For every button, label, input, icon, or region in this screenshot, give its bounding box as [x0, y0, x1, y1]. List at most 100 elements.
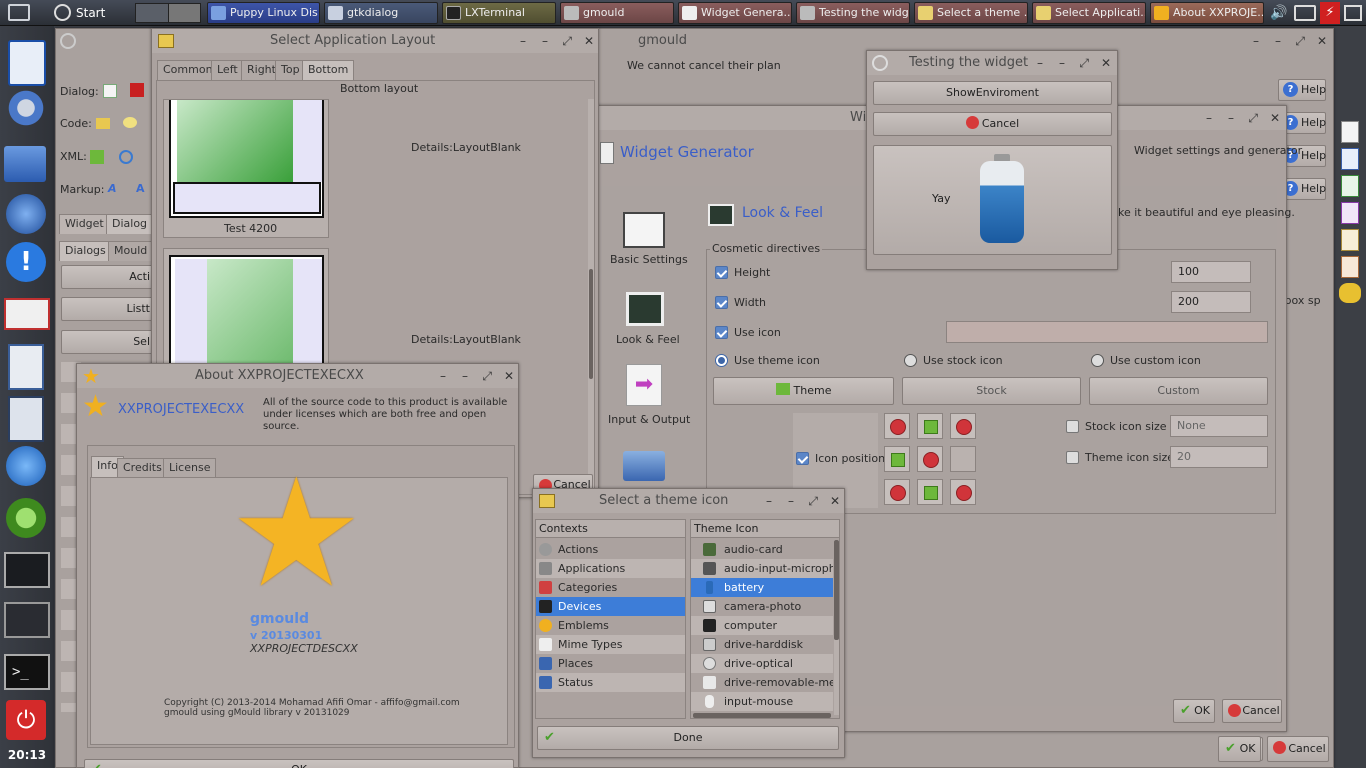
- position-top-left[interactable]: [884, 413, 910, 439]
- maximize-button[interactable]: ⤢: [808, 489, 818, 513]
- refresh-icon[interactable]: [119, 150, 133, 164]
- context-mime-types[interactable]: Mime Types: [536, 635, 685, 654]
- icon-path-input[interactable]: [946, 321, 1268, 343]
- theme-titlebar[interactable]: Select a theme icon – – ⤢ ✕: [533, 489, 844, 513]
- layout-scrollbar[interactable]: [588, 99, 594, 491]
- icon-camera-photo[interactable]: camera-photo: [691, 597, 833, 616]
- position-right[interactable]: [950, 446, 976, 472]
- shade-button[interactable]: –: [1059, 51, 1065, 75]
- workspace-switcher[interactable]: [135, 3, 201, 23]
- tab-dialog[interactable]: Dialog: [106, 214, 154, 234]
- context-emblems[interactable]: Emblems: [536, 616, 685, 635]
- ok-button[interactable]: OK: [1173, 699, 1215, 723]
- comment-icon[interactable]: [123, 117, 137, 128]
- impress-icon[interactable]: [1341, 202, 1359, 224]
- settings-icon[interactable]: [6, 88, 46, 128]
- context-places[interactable]: Places: [536, 654, 685, 673]
- use-custom-icon-radio[interactable]: [1091, 354, 1104, 367]
- about-ok-button[interactable]: OK: [84, 759, 514, 768]
- folder-icon[interactable]: [4, 146, 46, 182]
- done-button[interactable]: Done: [537, 726, 839, 750]
- maximize-button[interactable]: ⤢: [1079, 51, 1089, 75]
- close-button[interactable]: ✕: [1317, 29, 1327, 53]
- theme-button[interactable]: Theme: [713, 377, 894, 405]
- position-top[interactable]: [917, 413, 943, 439]
- maximize-button[interactable]: ⤢: [562, 29, 572, 53]
- icon-drive-optical[interactable]: drive-optical: [691, 654, 833, 673]
- nav-look-feel[interactable]: Look & Feel: [616, 333, 680, 346]
- close-button[interactable]: ✕: [1101, 51, 1111, 75]
- width-spinner[interactable]: 200: [1171, 291, 1251, 313]
- icon-audio-input-microphone[interactable]: audio-input-microphone: [691, 559, 833, 578]
- tab-dialogs[interactable]: Dialogs: [59, 241, 112, 261]
- minimize-button[interactable]: –: [1037, 51, 1043, 75]
- task-about[interactable]: About XXPROJE...: [1150, 2, 1264, 24]
- look-feel-icon[interactable]: [626, 292, 664, 326]
- context-status[interactable]: Status: [536, 673, 685, 692]
- theme-icon-size-checkbox[interactable]: [1066, 451, 1079, 464]
- show-environment-button[interactable]: ShowEnviroment: [873, 81, 1112, 105]
- dialog-ok-button[interactable]: OK: [1218, 736, 1261, 762]
- icon-input-mouse[interactable]: input-mouse: [691, 692, 833, 711]
- height-spinner[interactable]: 100: [1171, 261, 1251, 283]
- theme-icon-vscrollbar[interactable]: [834, 540, 839, 715]
- font-icon[interactable]: A: [136, 182, 145, 195]
- about-titlebar[interactable]: ★ About XXPROJECTEXECXX – – ⤢ ✕: [77, 364, 518, 388]
- tab-license[interactable]: License: [163, 458, 217, 478]
- folder-icon[interactable]: [96, 118, 110, 129]
- download-icon[interactable]: [90, 150, 104, 164]
- yay-button[interactable]: Yay: [873, 145, 1112, 255]
- stock-icon-size-checkbox[interactable]: [1066, 420, 1079, 433]
- icon-computer[interactable]: computer: [691, 616, 833, 635]
- testing-titlebar[interactable]: Testing the widget – – ⤢ ✕: [867, 51, 1117, 75]
- contexts-header[interactable]: Contexts: [536, 520, 685, 538]
- tab-left[interactable]: Left: [211, 60, 244, 80]
- folder-icon[interactable]: [623, 451, 665, 481]
- dialog-cancel-button[interactable]: Cancel: [1267, 736, 1329, 762]
- minimize-button[interactable]: –: [1206, 106, 1212, 130]
- help-button-1[interactable]: Help: [1278, 79, 1326, 101]
- position-center[interactable]: [917, 446, 943, 472]
- tab-bottom[interactable]: Bottom: [302, 60, 355, 80]
- icon-battery[interactable]: battery: [691, 578, 833, 597]
- image-icon[interactable]: [1341, 256, 1359, 278]
- shade-button[interactable]: –: [462, 364, 468, 388]
- tab-mould[interactable]: Mould: [108, 241, 154, 261]
- nav-input-output[interactable]: Input & Output: [608, 413, 690, 426]
- tab-top[interactable]: Top: [275, 60, 306, 80]
- close-button[interactable]: ✕: [1270, 106, 1280, 130]
- maximize-button[interactable]: ⤢: [482, 364, 492, 388]
- task-select-application[interactable]: Select Applicati...: [1032, 2, 1146, 24]
- tab-common[interactable]: Common: [157, 60, 219, 80]
- terminal-icon[interactable]: >_: [4, 654, 50, 690]
- minimize-button[interactable]: –: [1253, 29, 1259, 53]
- network-icon[interactable]: [1294, 5, 1316, 21]
- theme-icon-header[interactable]: Theme Icon: [691, 520, 839, 538]
- task-gmould[interactable]: gmould: [560, 2, 674, 24]
- calc-icon[interactable]: [1341, 175, 1359, 197]
- actions-button[interactable]: Acti: [61, 265, 153, 289]
- editor-icon[interactable]: [8, 396, 44, 442]
- power-icon[interactable]: ⚡: [1320, 2, 1340, 24]
- use-theme-icon-radio[interactable]: [715, 354, 728, 367]
- task-puppy[interactable]: Puppy Linux Dis: [207, 2, 320, 24]
- minimize-button[interactable]: –: [440, 364, 446, 388]
- document-icon[interactable]: [8, 40, 46, 86]
- task-widget-generator[interactable]: Widget Genera...: [678, 2, 792, 24]
- doc-icon[interactable]: [1341, 121, 1359, 143]
- task-testing[interactable]: Testing the widget: [796, 2, 910, 24]
- globe-icon[interactable]: [6, 194, 46, 234]
- shutdown-icon[interactable]: ⏻: [6, 700, 46, 740]
- position-left[interactable]: [884, 446, 910, 472]
- cancel-button[interactable]: Cancel: [873, 112, 1112, 136]
- input-output-icon[interactable]: ➡: [626, 364, 662, 406]
- pdf-icon[interactable]: [130, 83, 144, 97]
- context-categories[interactable]: Categories: [536, 578, 685, 597]
- start-here-button[interactable]: Start Here: [52, 3, 132, 40]
- close-button[interactable]: ✕: [830, 489, 840, 513]
- draw-icon[interactable]: [1341, 229, 1359, 251]
- wand-icon[interactable]: [4, 602, 50, 638]
- menu-icon[interactable]: [8, 4, 30, 21]
- shade-button[interactable]: –: [542, 29, 548, 53]
- help-icon[interactable]: !: [6, 242, 46, 282]
